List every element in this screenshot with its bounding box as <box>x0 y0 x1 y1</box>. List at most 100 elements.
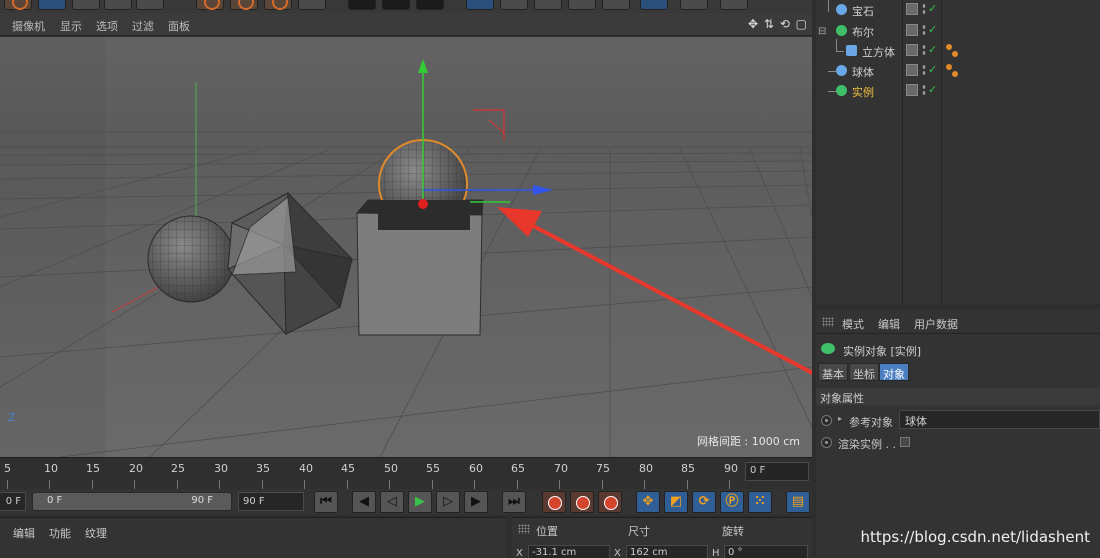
animate-ref-radio[interactable] <box>821 415 832 426</box>
render-view-icon[interactable] <box>348 0 376 10</box>
end-frame-field[interactable]: 90 F <box>238 492 304 511</box>
sphere-icon <box>836 65 847 76</box>
visibility-dots-icon[interactable] <box>922 64 926 76</box>
viewport-nav-icons[interactable]: ✥ ⇅ ⟲ ▢ <box>748 17 808 31</box>
attr-menu-edit[interactable]: 编辑 <box>878 316 900 332</box>
tick-label: 35 <box>256 462 270 475</box>
enabled-check-icon[interactable]: ✓ <box>928 83 937 96</box>
grip-icon[interactable] <box>518 524 530 534</box>
attribute-menu-bar: 模式 编辑 用户数据 <box>816 310 1100 334</box>
goto-start-button[interactable]: ⏮ <box>314 491 338 513</box>
start-frame-field[interactable]: 0 F <box>0 492 26 511</box>
scale-tool-icon[interactable] <box>104 0 132 10</box>
section-header-object-properties[interactable]: 对象属性 <box>816 388 1100 405</box>
next-key-button[interactable]: ▶ <box>464 491 488 513</box>
rotation-key-button[interactable]: ⟳ <box>692 491 716 513</box>
live-select-icon[interactable] <box>38 0 66 10</box>
menu-panel[interactable]: 面板 <box>168 18 190 34</box>
3d-viewport[interactable]: Z 网格间距: 1000 cm <box>0 37 812 457</box>
frame-range-slider[interactable]: 0 F 90 F <box>32 492 232 511</box>
object-row-sphere[interactable]: 球体 ✓ <box>816 61 1100 81</box>
cube-primitive-icon[interactable] <box>466 0 494 10</box>
param-key-button[interactable]: Ⓟ <box>720 491 744 513</box>
tab-basic[interactable]: 基本 <box>818 363 848 381</box>
visibility-dots-icon[interactable] <box>922 3 926 15</box>
attr-menu-mode[interactable]: 模式 <box>842 316 864 332</box>
tab-object[interactable]: 对象 <box>879 363 909 381</box>
expand-arrow-icon[interactable]: ▸ <box>838 414 842 423</box>
material-tag-icon[interactable] <box>952 51 958 57</box>
material-tag-icon[interactable] <box>952 71 958 77</box>
animate-render-radio[interactable] <box>821 437 832 448</box>
visibility-dots-icon[interactable] <box>922 44 926 56</box>
reference-object-field[interactable]: 球体 <box>899 410 1100 429</box>
nurbs-icon[interactable] <box>534 0 562 10</box>
menu-camera[interactable]: 摄像机 <box>12 18 45 34</box>
size-x-field[interactable]: 162 cm <box>626 545 708 558</box>
light-icon[interactable] <box>720 0 748 10</box>
goto-end-button[interactable]: ⏭ <box>502 491 526 513</box>
prev-key-button[interactable]: ◀ <box>352 491 376 513</box>
material-menu-edit[interactable]: 编辑 <box>13 525 35 541</box>
z-axis-lock-icon[interactable] <box>264 0 292 10</box>
attr-menu-userdata[interactable]: 用户数据 <box>914 316 958 332</box>
render-settings-icon[interactable] <box>416 0 444 10</box>
deformer-icon[interactable] <box>602 0 630 10</box>
material-tag-icon[interactable] <box>946 64 952 70</box>
array-icon[interactable] <box>568 0 596 10</box>
x-axis-lock-icon[interactable] <box>196 0 224 10</box>
timeline-ruler[interactable]: 5 10 15 20 25 30 35 40 45 50 55 60 65 70… <box>0 457 812 489</box>
current-frame-field[interactable]: 0 F <box>745 462 809 481</box>
coord-system-icon[interactable] <box>298 0 326 10</box>
viewport-scene[interactable]: Z <box>0 37 812 457</box>
render-instance-label: 渲染实例 . . <box>838 438 896 451</box>
layer-icon[interactable] <box>906 24 918 36</box>
attribute-manager: 模式 编辑 用户数据 实例对象 [实例] 基本 坐标 对象 对象属性 ▸ 参考对… <box>816 310 1100 558</box>
layer-icon[interactable] <box>906 64 918 76</box>
material-menu-texture[interactable]: 纹理 <box>85 525 107 541</box>
tick-label: 5 <box>4 462 11 475</box>
play-button[interactable]: ▶ <box>408 491 432 513</box>
render-instance-checkbox[interactable] <box>900 437 910 447</box>
object-row-cube[interactable]: 立方体 ✓ <box>816 39 1100 61</box>
y-axis-lock-icon[interactable] <box>230 0 258 10</box>
move-tool-icon[interactable] <box>72 0 100 10</box>
undo-icon[interactable] <box>4 0 32 10</box>
scale-key-button[interactable]: ◩ <box>664 491 688 513</box>
enabled-check-icon[interactable]: ✓ <box>928 2 937 15</box>
layer-icon[interactable] <box>906 84 918 96</box>
object-row-boole[interactable]: ⊟ 布尔 ✓ <box>816 21 1100 41</box>
next-frame-button[interactable]: ▷ <box>436 491 460 513</box>
visibility-dots-icon[interactable] <box>922 24 926 36</box>
grip-icon[interactable] <box>822 317 834 327</box>
auto-key-button[interactable] <box>570 491 594 513</box>
sphere-object[interactable] <box>147 215 235 303</box>
enabled-check-icon[interactable]: ✓ <box>928 63 937 76</box>
object-row-instance[interactable]: 实例 ✓ <box>816 81 1100 101</box>
object-row-gem[interactable]: 宝石 ✓ <box>816 0 1100 20</box>
spline-icon[interactable] <box>500 0 528 10</box>
menu-filter[interactable]: 过滤 <box>132 18 154 34</box>
camera-icon[interactable] <box>680 0 708 10</box>
floor-icon[interactable] <box>640 0 668 10</box>
enabled-check-icon[interactable]: ✓ <box>928 43 937 56</box>
menu-options[interactable]: 选项 <box>96 18 118 34</box>
rotation-h-field[interactable]: 0 ° <box>724 545 808 558</box>
position-x-field[interactable]: -31.1 cm <box>528 545 610 558</box>
prev-frame-button[interactable]: ◁ <box>380 491 404 513</box>
layer-icon[interactable] <box>906 44 918 56</box>
material-menu-function[interactable]: 功能 <box>49 525 71 541</box>
visibility-dots-icon[interactable] <box>922 84 926 96</box>
point-level-key-button[interactable]: ⁙ <box>748 491 772 513</box>
tab-coord[interactable]: 坐标 <box>849 363 879 381</box>
record-button[interactable] <box>542 491 566 513</box>
position-key-button[interactable]: ✥ <box>636 491 660 513</box>
enabled-check-icon[interactable]: ✓ <box>928 23 937 36</box>
rotate-tool-icon[interactable] <box>136 0 164 10</box>
keyframe-help-button[interactable] <box>598 491 622 513</box>
menu-display[interactable]: 显示 <box>60 18 82 34</box>
material-tag-icon[interactable] <box>946 44 952 50</box>
timeline-window-button[interactable]: ▤ <box>786 491 810 513</box>
render-picture-icon[interactable] <box>382 0 410 10</box>
layer-icon[interactable] <box>906 3 918 15</box>
